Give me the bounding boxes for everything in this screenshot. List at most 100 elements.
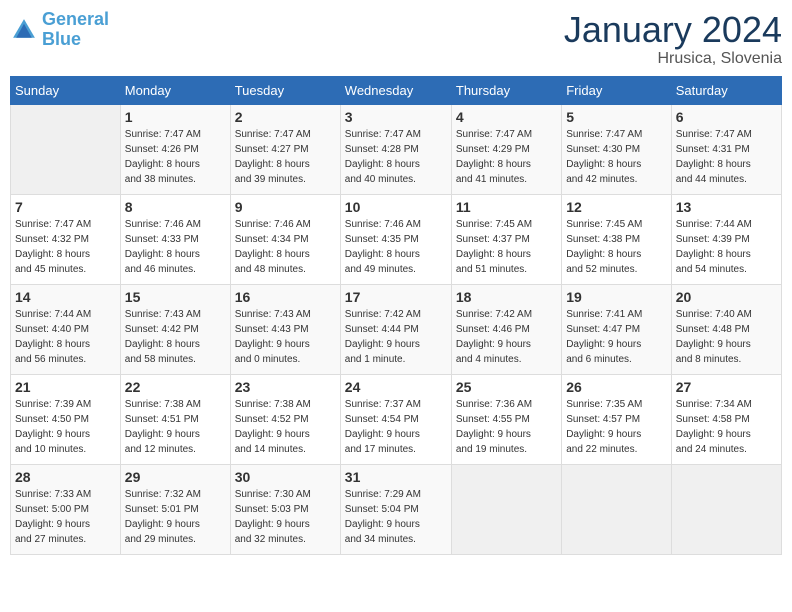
header-sunday: Sunday xyxy=(11,76,121,104)
day-cell xyxy=(562,464,672,554)
day-cell: 25 Sunrise: 7:36 AMSunset: 4:55 PMDaylig… xyxy=(451,374,561,464)
day-info: Sunrise: 7:44 AMSunset: 4:39 PMDaylight:… xyxy=(676,217,777,277)
day-cell: 7 Sunrise: 7:47 AMSunset: 4:32 PMDayligh… xyxy=(11,194,121,284)
header-tuesday: Tuesday xyxy=(230,76,340,104)
day-number: 29 xyxy=(125,469,226,485)
day-number: 1 xyxy=(125,109,226,125)
day-number: 14 xyxy=(15,289,116,305)
logo-icon xyxy=(10,16,38,44)
day-cell: 9 Sunrise: 7:46 AMSunset: 4:34 PMDayligh… xyxy=(230,194,340,284)
day-cell: 12 Sunrise: 7:45 AMSunset: 4:38 PMDaylig… xyxy=(562,194,672,284)
day-cell: 4 Sunrise: 7:47 AMSunset: 4:29 PMDayligh… xyxy=(451,104,561,194)
day-cell: 31 Sunrise: 7:29 AMSunset: 5:04 PMDaylig… xyxy=(340,464,451,554)
day-cell: 23 Sunrise: 7:38 AMSunset: 4:52 PMDaylig… xyxy=(230,374,340,464)
day-info: Sunrise: 7:29 AMSunset: 5:04 PMDaylight:… xyxy=(345,487,447,547)
day-info: Sunrise: 7:47 AMSunset: 4:32 PMDaylight:… xyxy=(15,217,116,277)
day-cell: 8 Sunrise: 7:46 AMSunset: 4:33 PMDayligh… xyxy=(120,194,230,284)
week-row-2: 14 Sunrise: 7:44 AMSunset: 4:40 PMDaylig… xyxy=(11,284,782,374)
day-info: Sunrise: 7:47 AMSunset: 4:27 PMDaylight:… xyxy=(235,127,336,187)
calendar-table: SundayMondayTuesdayWednesdayThursdayFrid… xyxy=(10,76,782,555)
week-row-3: 21 Sunrise: 7:39 AMSunset: 4:50 PMDaylig… xyxy=(11,374,782,464)
day-info: Sunrise: 7:38 AMSunset: 4:51 PMDaylight:… xyxy=(125,397,226,457)
day-cell: 15 Sunrise: 7:43 AMSunset: 4:42 PMDaylig… xyxy=(120,284,230,374)
day-info: Sunrise: 7:37 AMSunset: 4:54 PMDaylight:… xyxy=(345,397,447,457)
day-info: Sunrise: 7:42 AMSunset: 4:46 PMDaylight:… xyxy=(456,307,557,367)
day-number: 25 xyxy=(456,379,557,395)
day-number: 13 xyxy=(676,199,777,215)
logo-general: General xyxy=(42,9,109,29)
week-row-4: 28 Sunrise: 7:33 AMSunset: 5:00 PMDaylig… xyxy=(11,464,782,554)
day-number: 31 xyxy=(345,469,447,485)
location: Hrusica, Slovenia xyxy=(564,50,782,68)
day-info: Sunrise: 7:47 AMSunset: 4:26 PMDaylight:… xyxy=(125,127,226,187)
day-number: 8 xyxy=(125,199,226,215)
day-number: 6 xyxy=(676,109,777,125)
day-number: 21 xyxy=(15,379,116,395)
day-info: Sunrise: 7:47 AMSunset: 4:29 PMDaylight:… xyxy=(456,127,557,187)
day-cell: 13 Sunrise: 7:44 AMSunset: 4:39 PMDaylig… xyxy=(671,194,781,284)
day-cell: 17 Sunrise: 7:42 AMSunset: 4:44 PMDaylig… xyxy=(340,284,451,374)
day-cell: 5 Sunrise: 7:47 AMSunset: 4:30 PMDayligh… xyxy=(562,104,672,194)
logo-text: General Blue xyxy=(42,10,109,50)
day-cell: 6 Sunrise: 7:47 AMSunset: 4:31 PMDayligh… xyxy=(671,104,781,194)
header-wednesday: Wednesday xyxy=(340,76,451,104)
day-number: 28 xyxy=(15,469,116,485)
header-saturday: Saturday xyxy=(671,76,781,104)
day-number: 4 xyxy=(456,109,557,125)
day-cell xyxy=(11,104,121,194)
day-number: 10 xyxy=(345,199,447,215)
day-info: Sunrise: 7:47 AMSunset: 4:28 PMDaylight:… xyxy=(345,127,447,187)
day-info: Sunrise: 7:47 AMSunset: 4:31 PMDaylight:… xyxy=(676,127,777,187)
day-cell: 26 Sunrise: 7:35 AMSunset: 4:57 PMDaylig… xyxy=(562,374,672,464)
day-info: Sunrise: 7:45 AMSunset: 4:38 PMDaylight:… xyxy=(566,217,667,277)
day-info: Sunrise: 7:35 AMSunset: 4:57 PMDaylight:… xyxy=(566,397,667,457)
day-cell xyxy=(671,464,781,554)
day-info: Sunrise: 7:40 AMSunset: 4:48 PMDaylight:… xyxy=(676,307,777,367)
day-cell: 2 Sunrise: 7:47 AMSunset: 4:27 PMDayligh… xyxy=(230,104,340,194)
day-number: 15 xyxy=(125,289,226,305)
day-number: 2 xyxy=(235,109,336,125)
day-cell: 27 Sunrise: 7:34 AMSunset: 4:58 PMDaylig… xyxy=(671,374,781,464)
title-block: January 2024 Hrusica, Slovenia xyxy=(564,10,782,68)
day-cell: 30 Sunrise: 7:30 AMSunset: 5:03 PMDaylig… xyxy=(230,464,340,554)
day-number: 26 xyxy=(566,379,667,395)
day-number: 9 xyxy=(235,199,336,215)
day-number: 19 xyxy=(566,289,667,305)
day-info: Sunrise: 7:41 AMSunset: 4:47 PMDaylight:… xyxy=(566,307,667,367)
day-info: Sunrise: 7:34 AMSunset: 4:58 PMDaylight:… xyxy=(676,397,777,457)
day-number: 24 xyxy=(345,379,447,395)
day-info: Sunrise: 7:38 AMSunset: 4:52 PMDaylight:… xyxy=(235,397,336,457)
day-number: 23 xyxy=(235,379,336,395)
day-cell: 10 Sunrise: 7:46 AMSunset: 4:35 PMDaylig… xyxy=(340,194,451,284)
day-number: 12 xyxy=(566,199,667,215)
day-number: 17 xyxy=(345,289,447,305)
day-number: 7 xyxy=(15,199,116,215)
day-cell: 21 Sunrise: 7:39 AMSunset: 4:50 PMDaylig… xyxy=(11,374,121,464)
day-info: Sunrise: 7:44 AMSunset: 4:40 PMDaylight:… xyxy=(15,307,116,367)
day-info: Sunrise: 7:39 AMSunset: 4:50 PMDaylight:… xyxy=(15,397,116,457)
logo: General Blue xyxy=(10,10,109,50)
month-title: January 2024 xyxy=(564,10,782,50)
day-cell: 1 Sunrise: 7:47 AMSunset: 4:26 PMDayligh… xyxy=(120,104,230,194)
day-info: Sunrise: 7:30 AMSunset: 5:03 PMDaylight:… xyxy=(235,487,336,547)
day-number: 18 xyxy=(456,289,557,305)
page-header: General Blue January 2024 Hrusica, Slove… xyxy=(10,10,782,68)
day-cell xyxy=(451,464,561,554)
header-thursday: Thursday xyxy=(451,76,561,104)
header-monday: Monday xyxy=(120,76,230,104)
header-row: SundayMondayTuesdayWednesdayThursdayFrid… xyxy=(11,76,782,104)
day-info: Sunrise: 7:36 AMSunset: 4:55 PMDaylight:… xyxy=(456,397,557,457)
day-info: Sunrise: 7:46 AMSunset: 4:35 PMDaylight:… xyxy=(345,217,447,277)
day-info: Sunrise: 7:42 AMSunset: 4:44 PMDaylight:… xyxy=(345,307,447,367)
day-number: 22 xyxy=(125,379,226,395)
day-cell: 18 Sunrise: 7:42 AMSunset: 4:46 PMDaylig… xyxy=(451,284,561,374)
day-cell: 24 Sunrise: 7:37 AMSunset: 4:54 PMDaylig… xyxy=(340,374,451,464)
day-cell: 3 Sunrise: 7:47 AMSunset: 4:28 PMDayligh… xyxy=(340,104,451,194)
day-number: 5 xyxy=(566,109,667,125)
day-cell: 22 Sunrise: 7:38 AMSunset: 4:51 PMDaylig… xyxy=(120,374,230,464)
day-cell: 20 Sunrise: 7:40 AMSunset: 4:48 PMDaylig… xyxy=(671,284,781,374)
day-info: Sunrise: 7:46 AMSunset: 4:33 PMDaylight:… xyxy=(125,217,226,277)
day-cell: 28 Sunrise: 7:33 AMSunset: 5:00 PMDaylig… xyxy=(11,464,121,554)
day-info: Sunrise: 7:45 AMSunset: 4:37 PMDaylight:… xyxy=(456,217,557,277)
day-info: Sunrise: 7:43 AMSunset: 4:43 PMDaylight:… xyxy=(235,307,336,367)
